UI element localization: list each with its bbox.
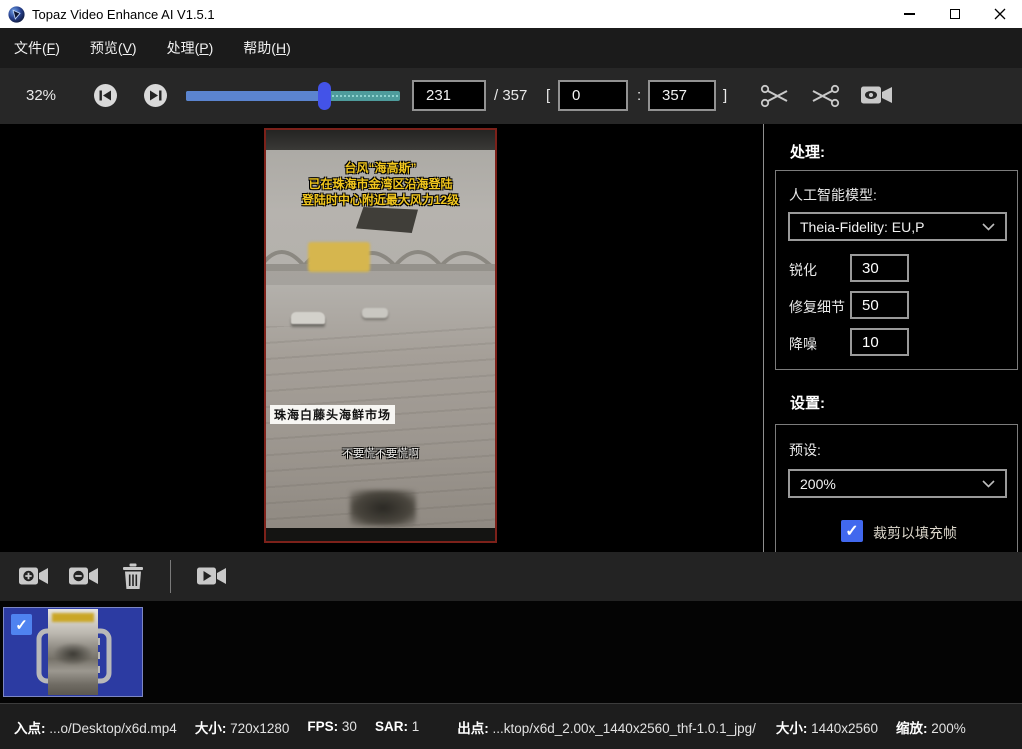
process-video-button[interactable] — [196, 564, 227, 588]
sharpen-input[interactable] — [850, 254, 909, 282]
scissors-left-icon — [760, 84, 788, 108]
crop-to-fill-checkbox[interactable]: ✓ — [841, 520, 863, 542]
chevron-down-icon — [982, 479, 995, 488]
trim-out-button[interactable] — [810, 83, 840, 109]
trim-in-button[interactable] — [760, 83, 790, 109]
video-overlay-title-line1: 台风“海高斯” — [344, 161, 417, 175]
video-preview[interactable]: 台风“海高斯” 已在珠海市金湾区沿海登陆 登陆时中心附近最大风力12级 珠海白藤… — [264, 128, 497, 543]
skip-back-icon — [99, 90, 111, 101]
video-letterbox-bottom — [266, 528, 495, 541]
menu-file[interactable]: 文件(F) — [12, 34, 62, 62]
range-open-bracket: [ — [546, 87, 551, 104]
maximize-icon — [949, 9, 960, 19]
camera-play-icon — [197, 567, 226, 585]
chevron-down-icon — [982, 222, 995, 231]
range-end-input[interactable] — [648, 80, 716, 111]
video-content-bridge — [266, 226, 495, 286]
preset-value: 200% — [800, 475, 836, 492]
video-thumbnail-image — [48, 609, 98, 695]
video-content-car — [291, 312, 325, 324]
status-input-path: 入点: ...o/Desktop/x6d.mp4 — [14, 720, 177, 736]
processing-header: 处理: — [790, 144, 825, 161]
video-letterbox-top — [266, 130, 495, 150]
status-sar: SAR: 1 — [374, 719, 420, 734]
timeline-slider-handle[interactable] — [318, 82, 331, 110]
ai-model-value: Theia-Fidelity: EU,P — [800, 218, 925, 235]
main-area: 台风“海高斯” 已在珠海市金湾区沿海登陆 登陆时中心附近最大风力12级 珠海白藤… — [0, 124, 1022, 676]
title-bar: Topaz Video Enhance AI V1.5.1 — [0, 0, 1022, 28]
camera-minus-icon — [69, 567, 98, 585]
timeline-slider-fill — [186, 91, 324, 101]
sharpen-label: 锐化 — [789, 262, 817, 278]
crop-to-fill-label: 裁剪以填充帧 — [873, 525, 957, 541]
window-controls — [887, 0, 1022, 28]
status-input-size: 大小: 720x1280 — [194, 720, 290, 736]
app-logo-icon — [8, 5, 25, 23]
video-location-tag: 珠海白藤头海鲜市场 — [270, 405, 396, 424]
current-frame-input[interactable] — [412, 80, 486, 111]
menu-preview[interactable]: 预览(V) — [88, 34, 139, 62]
maximize-button[interactable] — [932, 0, 977, 28]
status-output-path: 出点: ...ktop/x6d_2.00x_1440x2560_thf-1.0.… — [457, 720, 756, 736]
video-caption: 不要慌不要慌啊 — [342, 448, 419, 460]
minimize-button[interactable] — [887, 0, 932, 28]
close-icon — [994, 8, 1005, 20]
skip-forward-icon — [150, 90, 162, 101]
thumbnail-strip: ✓ — [0, 601, 1022, 703]
scissors-right-icon — [812, 84, 840, 108]
frame-total-label: / 357 — [494, 87, 528, 104]
menu-process[interactable]: 处理(P) — [165, 34, 216, 62]
check-icon: ✓ — [845, 523, 859, 540]
menu-help[interactable]: 帮助(H) — [241, 34, 292, 62]
video-overlay-title-line2: 已在珠海市金湾区沿海登陆 — [308, 177, 453, 191]
video-content-car — [362, 308, 388, 318]
check-icon: ✓ — [15, 616, 28, 634]
app-window: Topaz Video Enhance AI V1.5.1 文件(F) 预览(V… — [0, 0, 1022, 749]
menu-bar: 文件(F) 预览(V) 处理(P) 帮助(H) — [0, 28, 1022, 68]
restore-detail-label: 修复细节 — [789, 299, 845, 315]
delete-video-button[interactable] — [121, 561, 145, 591]
right-panel: 处理: 人工智能模型: Theia-Fidelity: EU,P 锐化 修复细节… — [764, 124, 1022, 676]
camera-eye-icon — [861, 86, 892, 104]
range-close-bracket: ] — [723, 87, 728, 104]
zoom-level-label: 32% — [26, 87, 57, 104]
video-list-toolbar — [0, 552, 1022, 601]
range-start-input[interactable] — [558, 80, 628, 111]
camera-plus-icon — [19, 567, 48, 585]
video-overlay-title: 台风“海高斯” 已在珠海市金湾区沿海登陆 登陆时中心附近最大风力12级 — [266, 160, 495, 208]
ai-model-dropdown[interactable]: Theia-Fidelity: EU,P — [788, 212, 1007, 241]
video-thumbnail-item[interactable]: ✓ — [3, 607, 143, 697]
skip-back-button[interactable] — [94, 84, 117, 107]
preset-dropdown[interactable]: 200% — [788, 469, 1007, 498]
denoise-label: 降噪 — [789, 336, 817, 352]
status-output-size: 大小: 1440x2560 — [775, 720, 878, 736]
add-video-button[interactable] — [18, 564, 49, 588]
trash-icon — [123, 563, 143, 589]
settings-header: 设置: — [790, 395, 825, 412]
range-separator: : — [637, 87, 642, 104]
preview-button[interactable] — [860, 83, 893, 107]
video-content-truck — [308, 242, 370, 272]
window-title: Topaz Video Enhance AI V1.5.1 — [32, 6, 215, 22]
minimize-icon — [904, 13, 915, 15]
remove-video-button[interactable] — [68, 564, 99, 588]
status-fps: FPS: 30 — [307, 719, 357, 734]
thumbnail-checkbox[interactable]: ✓ — [11, 614, 32, 635]
restore-detail-input[interactable] — [850, 291, 909, 319]
timeline-slider[interactable] — [186, 82, 400, 110]
processing-groupbox: 人工智能模型: Theia-Fidelity: EU,P 锐化 修复细节 降噪 — [775, 170, 1018, 370]
status-scale: 缩放: 200% — [896, 720, 966, 736]
preset-label: 预设: — [789, 442, 821, 458]
skip-forward-button[interactable] — [144, 84, 167, 107]
status-bar: 入点: ...o/Desktop/x6d.mp4 大小: 720x1280 FP… — [0, 703, 1022, 749]
video-overlay-title-line3: 登陆时中心附近最大风力12级 — [301, 193, 460, 207]
denoise-input[interactable] — [850, 328, 909, 356]
playback-toolbar: 32% / 357 [ : ] — [0, 68, 1022, 124]
close-button[interactable] — [977, 0, 1022, 28]
toolbar-divider — [170, 560, 171, 593]
video-content-debris-dark — [350, 490, 416, 526]
ai-model-label: 人工智能模型: — [789, 187, 877, 203]
